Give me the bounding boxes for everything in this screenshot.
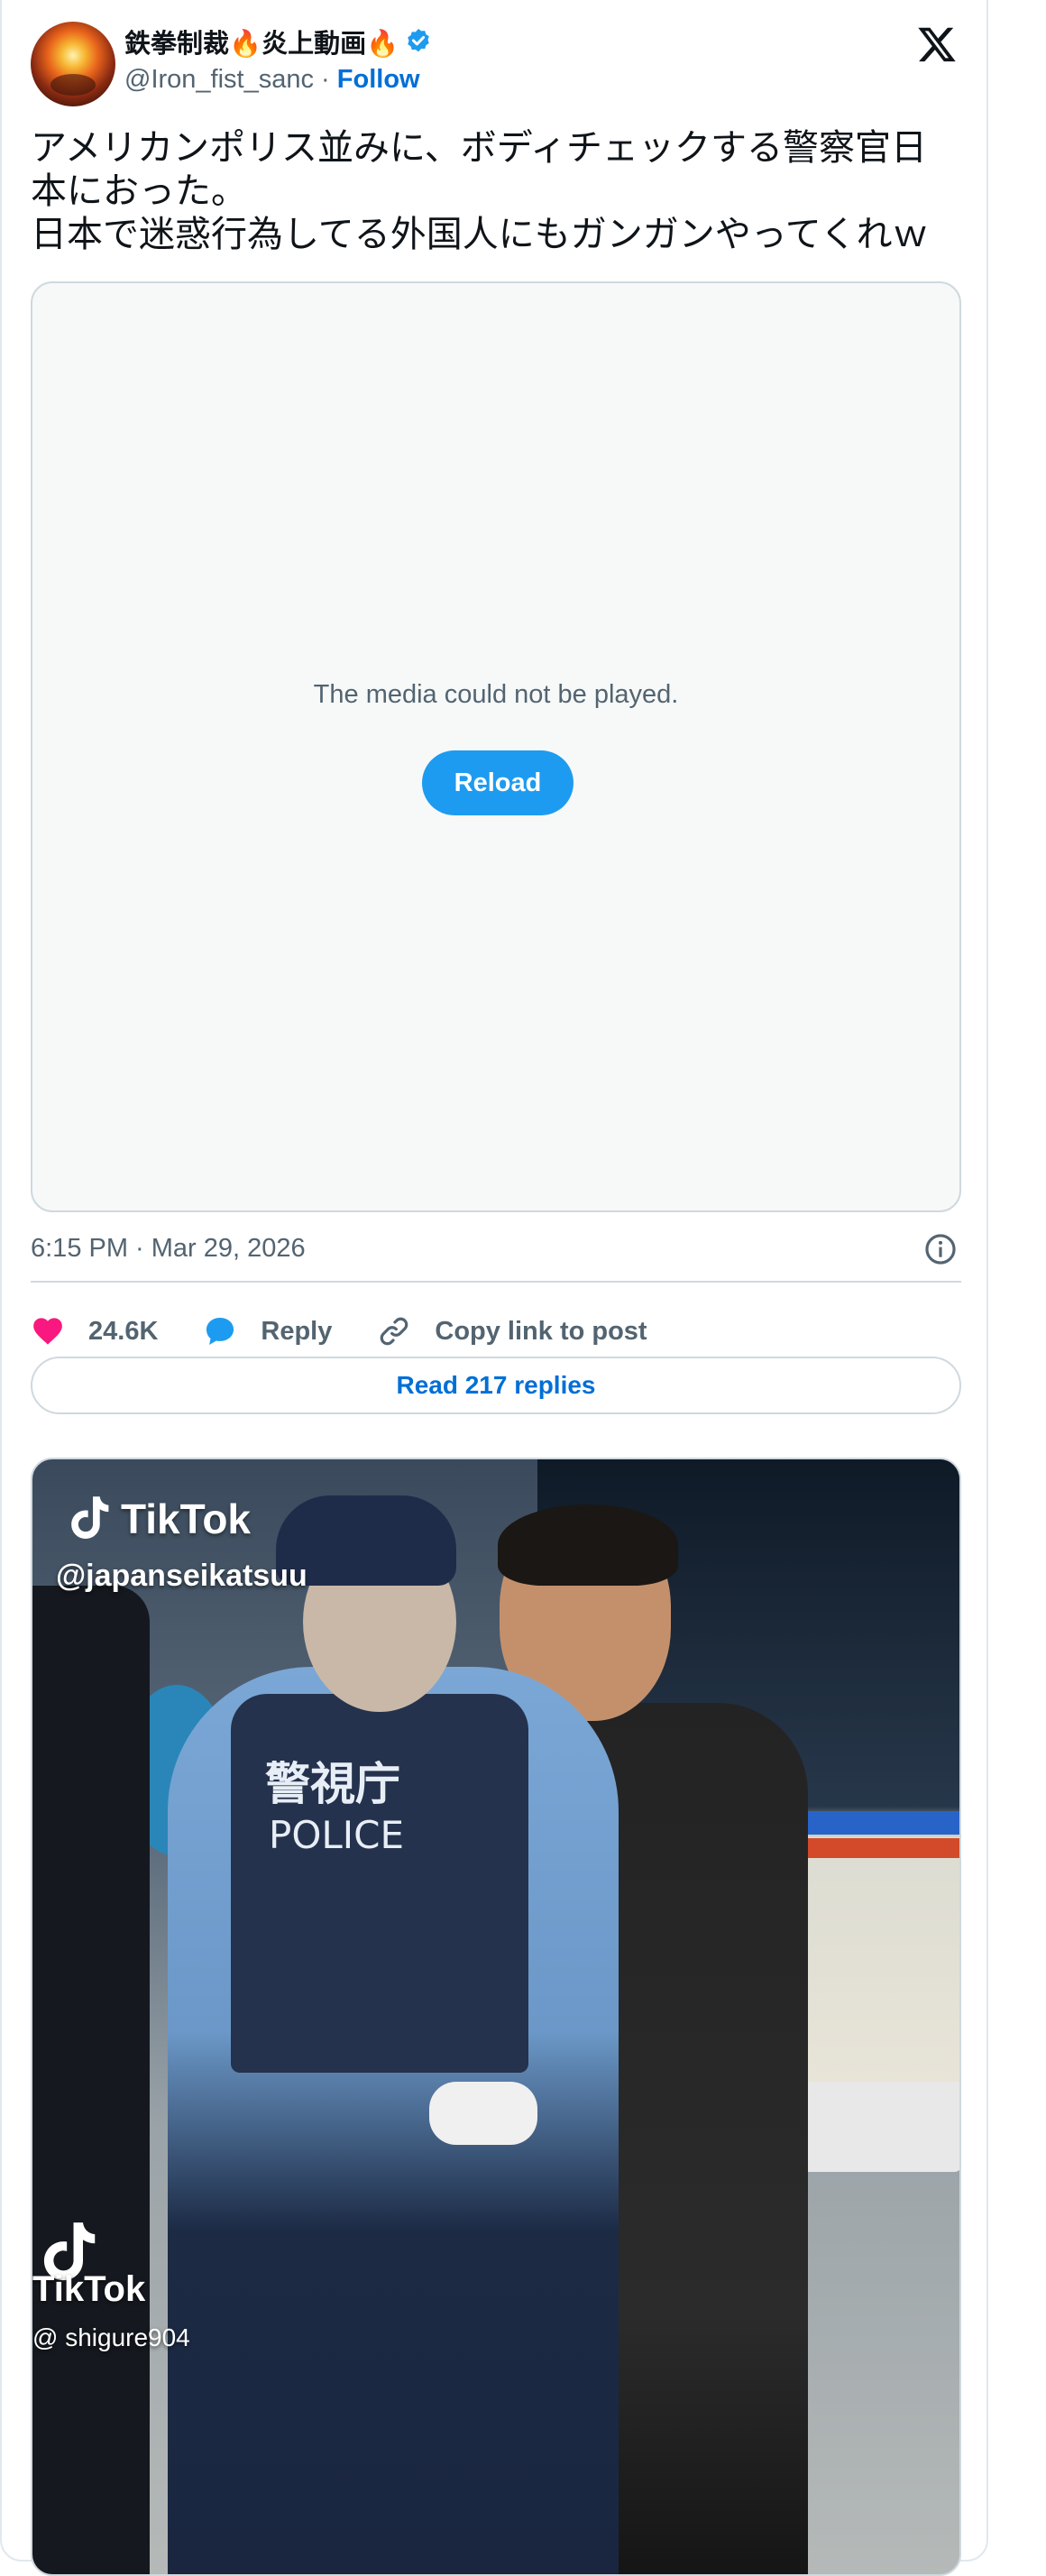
tweet-text: アメリカンポリス並みに、ボディチェックする警察官日 本におった。 日本で迷惑行為…	[31, 128, 929, 254]
info-icon[interactable]	[923, 1232, 958, 1266]
divider	[31, 1281, 961, 1283]
action-bar: 24.6K Reply Copy link to post	[31, 1301, 961, 1362]
video-gloves	[429, 2082, 537, 2145]
copy-link-label: Copy link to post	[435, 1316, 647, 1346]
reply-label: Reply	[261, 1316, 333, 1346]
vest-text-police: POLICE	[269, 1813, 405, 1857]
reply-action[interactable]: Reply	[203, 1314, 332, 1348]
author-handle[interactable]: @Iron_fist_sanc	[124, 65, 314, 94]
tiktok-logo-icon	[71, 1496, 109, 1540]
like-action[interactable]: 24.6K	[31, 1314, 158, 1348]
vest-text-agency: 警視庁	[265, 1758, 400, 1810]
link-icon	[381, 1317, 408, 1346]
author-display-name[interactable]: 鉄拳制裁🔥炎上動画🔥	[124, 23, 399, 60]
tiktok-watermark: TikTok	[65, 1492, 251, 1546]
media-error-message: The media could not be played.	[313, 680, 679, 709]
video-foreground-figure	[32, 1586, 150, 2574]
heart-icon	[33, 1318, 62, 1345]
video-man-hair	[498, 1504, 678, 1586]
tiktok-handle-text-secondary: @ shigure904	[32, 2323, 190, 2351]
read-replies-button[interactable]: Read 217 replies	[31, 1357, 961, 1414]
author-name-row: 鉄拳制裁🔥炎上動画🔥	[124, 23, 433, 60]
timestamp[interactable]: 6:15 PM · Mar 29, 2026	[31, 1234, 306, 1264]
copy-link-action[interactable]: Copy link to post	[377, 1314, 647, 1348]
verified-badge-icon	[408, 29, 429, 52]
video-preview[interactable]: 警視庁 POLICE TikTok @japanseikatsuu TikTok…	[31, 1458, 961, 2576]
avatar-image-detail	[50, 74, 96, 96]
like-count: 24.6K	[88, 1316, 159, 1346]
handle-separator: ·	[321, 65, 330, 94]
reload-button[interactable]: Reload	[422, 750, 573, 815]
tiktok-handle-text: @japanseikatsuu	[56, 1559, 307, 1593]
speech-bubble-icon	[206, 1317, 234, 1346]
follow-button[interactable]: Follow	[337, 65, 420, 94]
media-player[interactable]: The media could not be played. Reload	[31, 281, 961, 1212]
tweet-header: 鉄拳制裁🔥炎上動画🔥 @Iron_fist_sanc · Follow	[31, 20, 961, 106]
tiktok-brand-text: TikTok	[121, 1495, 251, 1542]
timestamp-row: 6:15 PM · Mar 29, 2026	[31, 1227, 961, 1270]
tiktok-brand-text-secondary: TikTok	[32, 2269, 146, 2309]
avatar[interactable]	[31, 22, 115, 106]
x-logo-icon[interactable]	[916, 23, 958, 65]
author-handle-row: @Iron_fist_sanc · Follow	[124, 65, 420, 95]
